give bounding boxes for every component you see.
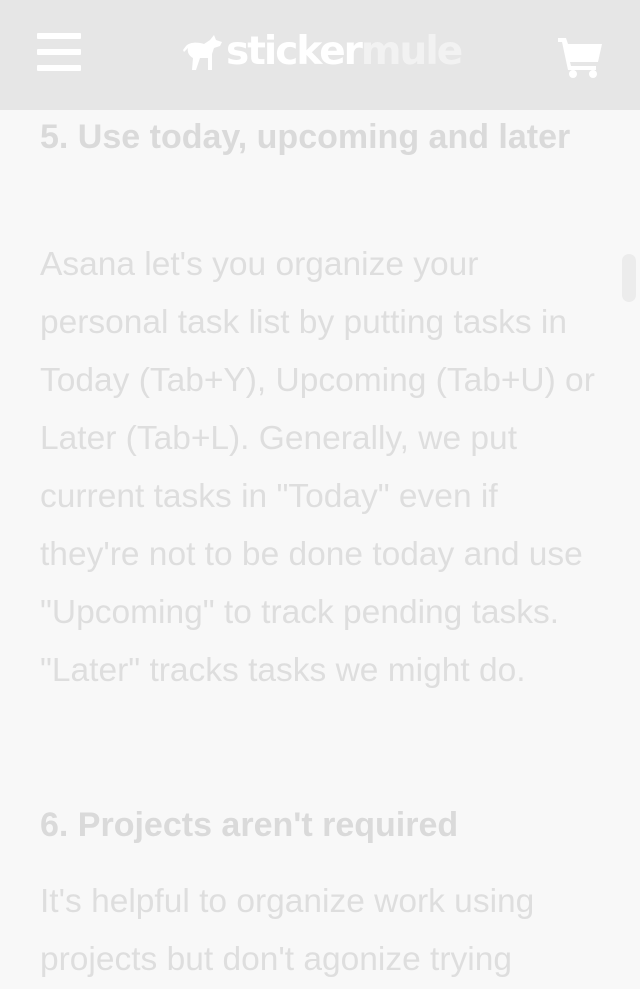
- shopping-cart-icon[interactable]: [556, 34, 604, 78]
- mule-icon: [183, 35, 222, 70]
- scrollbar-thumb[interactable]: [622, 254, 636, 302]
- hamburger-menu-icon[interactable]: [37, 33, 81, 73]
- logo-text-mule: mule: [360, 29, 463, 74]
- section-6-heading: 6. Projects aren't required: [40, 806, 459, 844]
- logo-text-sticker: sticker: [226, 29, 363, 74]
- top-navigation-bar: sticker mule: [0, 0, 640, 110]
- stickermule-logo[interactable]: sticker mule: [180, 29, 463, 74]
- section-6-paragraph: It's helpful to organize work using proj…: [40, 883, 535, 978]
- section-5-heading: 5. Use today, upcoming and later: [40, 118, 571, 156]
- section-5-paragraph: Asana let's you organize your personal t…: [40, 246, 595, 689]
